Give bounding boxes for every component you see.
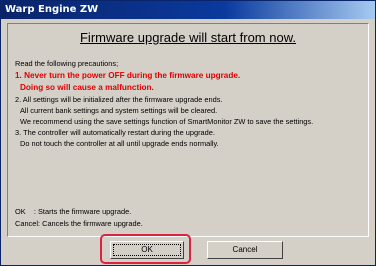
cancel-hint: Cancel: Cancels the firmware upgrade. xyxy=(15,219,143,228)
precaution-3: 3. The controller will automatically res… xyxy=(15,128,215,137)
warp-engine-dialog: Warp Engine ZW Firmware upgrade will sta… xyxy=(0,0,376,266)
cancel-button[interactable]: Cancel xyxy=(207,241,283,259)
precaution-1: 1. Never turn the power OFF during the f… xyxy=(15,71,241,80)
precaution-2-detail-a: All current bank settings and system set… xyxy=(20,106,218,115)
content-panel: Firmware upgrade will start from now. Re… xyxy=(7,23,369,237)
precaution-1-detail: Doing so will cause a malfunction. xyxy=(20,83,154,92)
dialog-heading: Firmware upgrade will start from now. xyxy=(79,30,296,45)
precaution-3-detail: Do not touch the controller at all until… xyxy=(20,139,219,148)
precaution-2: 2. All settings will be initialized afte… xyxy=(15,95,223,104)
ok-hint: OK : Starts the firmware upgrade. xyxy=(15,207,132,216)
window-title: Warp Engine ZW xyxy=(1,1,375,19)
ok-button[interactable]: OK xyxy=(110,241,184,259)
intro-text: Read the following precautions; xyxy=(15,59,119,68)
precaution-2-detail-b: We recommend using the save settings fun… xyxy=(20,117,314,126)
